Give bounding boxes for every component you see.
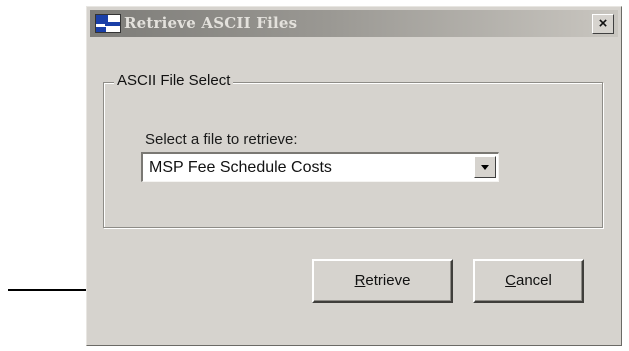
cancel-label: ancel bbox=[515, 272, 552, 289]
close-button[interactable]: × bbox=[592, 14, 614, 34]
app-window-icon bbox=[95, 14, 121, 33]
cancel-mnemonic: C bbox=[505, 272, 516, 289]
page: Retrieve ASCII Files × ASCII File Select… bbox=[0, 0, 629, 351]
window-title: Retrieve ASCII Files bbox=[124, 14, 298, 32]
close-icon: × bbox=[598, 15, 608, 32]
title-bar[interactable]: Retrieve ASCII Files × bbox=[90, 10, 618, 37]
chevron-down-icon bbox=[481, 165, 489, 170]
group-legend: ASCII File Select bbox=[114, 72, 234, 89]
retrieve-button[interactable]: Retrieve bbox=[312, 259, 453, 303]
file-select-value: MSP Fee Schedule Costs bbox=[149, 159, 332, 176]
dropdown-button[interactable] bbox=[474, 156, 496, 178]
retrieve-label: etrieve bbox=[365, 272, 411, 289]
cancel-button[interactable]: Cancel bbox=[473, 259, 584, 303]
retrieve-mnemonic: R bbox=[354, 272, 366, 289]
select-file-label: Select a file to retrieve: bbox=[145, 131, 298, 148]
file-select-dropdown[interactable]: MSP Fee Schedule Costs bbox=[141, 152, 499, 182]
